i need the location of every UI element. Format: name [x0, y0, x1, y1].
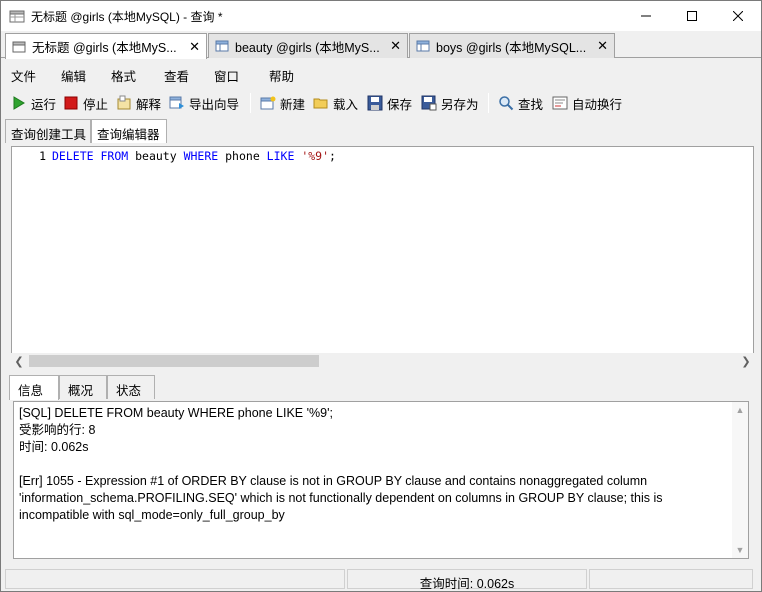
status-bar: 查询时间: 0.062s	[5, 569, 757, 591]
sql-text: beauty	[128, 149, 184, 163]
window-title: 无标题 @girls (本地MySQL) - 查询 *	[31, 9, 223, 24]
tab-label: 信息	[18, 384, 44, 398]
sql-text: phone	[218, 149, 267, 163]
menu-window[interactable]: 窗口	[214, 66, 239, 85]
menu-format[interactable]: 格式	[111, 66, 136, 85]
load-label: 载入	[333, 97, 359, 112]
menu-help[interactable]: 帮助	[269, 66, 294, 85]
message-panel[interactable]: [SQL] DELETE FROM beauty WHERE phone LIK…	[13, 401, 749, 559]
line-number: 1	[39, 149, 46, 163]
stop-icon	[64, 96, 78, 110]
sql-keyword: DELETE	[52, 149, 94, 163]
close-icon[interactable]: ✕	[390, 38, 401, 54]
tab-query-editor[interactable]: 查询编辑器	[91, 119, 167, 143]
close-icon[interactable]: ✕	[189, 39, 200, 55]
sql-keyword: FROM	[100, 149, 129, 163]
sql-keyword: LIKE	[266, 149, 295, 163]
close-icon[interactable]: ✕	[597, 38, 608, 54]
menu-bar: 文件 编辑 格式 查看 窗口 帮助	[1, 59, 761, 87]
export-wizard-label: 导出向导	[189, 97, 240, 112]
doc-tab-boys[interactable]: boys @girls (本地MySQL... ✕	[409, 33, 615, 58]
find-label: 查找	[518, 97, 544, 112]
doc-tab-beauty[interactable]: beauty @girls (本地MyS... ✕	[208, 33, 408, 58]
maximize-icon	[687, 11, 697, 21]
close-icon	[733, 11, 743, 21]
sql-editor[interactable]: 1 DELETE FROM beauty WHERE phone LIKE '%…	[11, 146, 754, 356]
table-icon	[215, 40, 229, 52]
tab-query-builder[interactable]: 查询创建工具	[5, 119, 91, 143]
tab-label: 概况	[68, 384, 94, 398]
scroll-right-icon[interactable]: ❯	[738, 353, 754, 369]
title-bar: 无标题 @girls (本地MySQL) - 查询 *	[1, 1, 761, 31]
line-number-gutter: 1	[12, 147, 52, 355]
doc-tab-label: boys @girls (本地MySQL...	[436, 40, 587, 55]
maximize-button[interactable]	[669, 1, 715, 31]
tab-label: 查询编辑器	[97, 128, 160, 142]
explain-label: 解释	[136, 97, 162, 112]
minimize-button[interactable]	[623, 1, 669, 31]
scroll-left-icon[interactable]: ❮	[11, 353, 27, 369]
doc-tab-query[interactable]: 无标题 @girls (本地MyS... ✕	[5, 33, 207, 59]
menu-edit[interactable]: 编辑	[61, 66, 86, 85]
new-button[interactable]: 新建	[260, 93, 305, 113]
query-time-status: 查询时间: 0.062s	[347, 569, 587, 591]
sql-text: ;	[329, 149, 336, 163]
save-as-button[interactable]: 另存为	[421, 93, 479, 113]
export-wizard-button[interactable]: 导出向导	[169, 93, 239, 113]
run-label: 运行	[31, 97, 57, 112]
toolbar-separator	[488, 93, 489, 113]
folder-open-icon	[313, 98, 328, 109]
status-cell	[589, 569, 753, 589]
minimize-icon	[641, 15, 651, 17]
tab-overview[interactable]: 概况	[59, 375, 107, 399]
word-wrap-icon	[552, 96, 568, 110]
save-icon	[367, 95, 383, 111]
menu-view[interactable]: 查看	[164, 66, 189, 85]
message-vertical-scrollbar[interactable]: ▲ ▼	[732, 402, 748, 558]
save-button[interactable]: 保存	[367, 93, 412, 113]
table-icon	[416, 40, 430, 52]
tab-status[interactable]: 状态	[107, 375, 155, 399]
find-button[interactable]: 查找	[498, 93, 543, 113]
load-button[interactable]: 载入	[313, 93, 358, 113]
sql-string: '%9'	[301, 149, 330, 163]
scroll-down-icon[interactable]: ▼	[732, 542, 748, 558]
toolbar-separator	[250, 93, 251, 113]
play-icon	[13, 96, 25, 110]
doc-tab-label: 无标题 @girls (本地MyS...	[32, 41, 177, 55]
stop-label: 停止	[83, 97, 109, 112]
word-wrap-button[interactable]: 自动换行	[552, 93, 622, 113]
doc-tab-label: beauty @girls (本地MyS...	[235, 40, 380, 55]
search-icon	[499, 96, 514, 111]
scrollbar-thumb[interactable]	[29, 355, 319, 367]
tab-label: 状态	[116, 384, 142, 398]
tab-info[interactable]: 信息	[9, 375, 59, 400]
close-button[interactable]	[715, 1, 761, 31]
export-icon	[169, 96, 184, 109]
app-window: 无标题 @girls (本地MySQL) - 查询 * 无标题 @girls (…	[0, 0, 762, 592]
save-label: 保存	[387, 97, 413, 112]
toolbar: 运行 停止 解释 导出向导 新建 载入 保存 另存为 查找 自动换行	[1, 89, 761, 117]
scroll-up-icon[interactable]: ▲	[732, 402, 748, 418]
status-cell	[5, 569, 345, 589]
document-tabs: 无标题 @girls (本地MyS... ✕ beauty @girls (本地…	[1, 31, 761, 59]
save-as-icon	[421, 95, 437, 111]
tab-label: 查询创建工具	[11, 128, 87, 142]
explain-button[interactable]: 解释	[116, 93, 161, 113]
run-button[interactable]: 运行	[11, 93, 56, 113]
stop-button[interactable]: 停止	[63, 93, 108, 113]
menu-file[interactable]: 文件	[11, 66, 36, 85]
code-line[interactable]: DELETE FROM beauty WHERE phone LIKE '%9'…	[52, 149, 336, 163]
save-as-label: 另存为	[441, 97, 479, 112]
sql-keyword: WHERE	[183, 149, 219, 163]
word-wrap-label: 自动换行	[572, 97, 623, 112]
new-query-icon	[260, 96, 276, 110]
message-text: [SQL] DELETE FROM beauty WHERE phone LIK…	[19, 406, 663, 522]
new-label: 新建	[280, 97, 306, 112]
explain-icon	[117, 95, 131, 110]
query-icon	[12, 41, 26, 52]
editor-horizontal-scrollbar[interactable]: ❮ ❯	[11, 353, 754, 369]
app-icon	[9, 10, 25, 23]
